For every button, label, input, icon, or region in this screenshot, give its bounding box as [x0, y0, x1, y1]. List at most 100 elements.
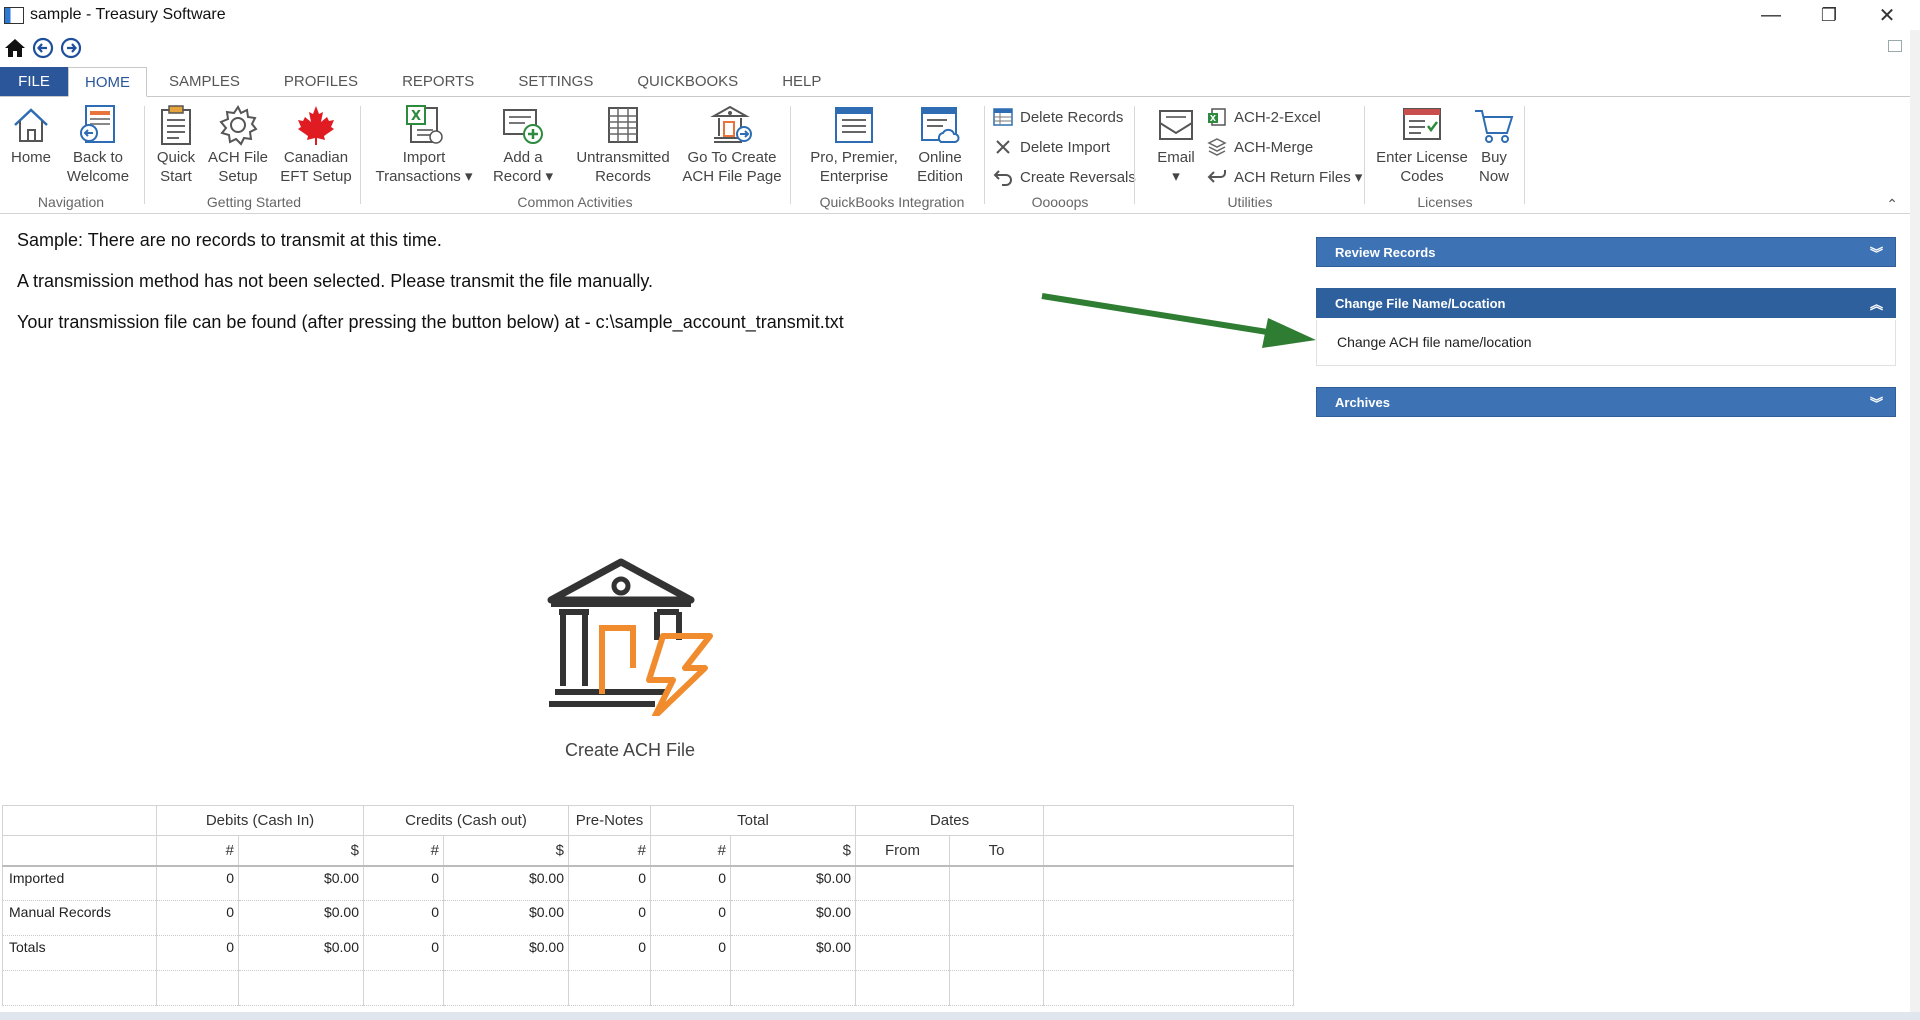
column-header[interactable]: #: [650, 835, 731, 867]
row-label: Totals: [2, 935, 157, 971]
canadian-eft-setup-button[interactable]: Canadian EFT Setup: [276, 102, 356, 186]
email-button[interactable]: Email ▾: [1150, 102, 1202, 186]
bank-arrow-icon: [710, 102, 754, 148]
email-label: Email ▾: [1157, 149, 1195, 185]
change-file-panel-header[interactable]: Change File Name/Location ︽: [1316, 288, 1896, 318]
go-to-create-ach-button[interactable]: Go To Create ACH File Page: [680, 102, 784, 186]
table-cell: $0.00: [443, 935, 569, 971]
column-header[interactable]: $: [443, 835, 569, 867]
group-common-activities: X Import Transactions ▾ Add a Record ▾ U…: [364, 102, 786, 212]
layers-icon: [1206, 136, 1228, 158]
quick-access-toolbar: [0, 34, 83, 62]
close-button[interactable]: ✕: [1858, 0, 1916, 30]
group-label-getting-started: Getting Started: [206, 194, 302, 210]
change-ach-file-link[interactable]: Change ACH file name/location: [1337, 334, 1532, 350]
group-label-common-activities: Common Activities: [517, 194, 633, 210]
import-transactions-button[interactable]: X Import Transactions ▾: [372, 102, 476, 186]
ach-2-excel-button[interactable]: X ACH-2-Excel: [1206, 106, 1321, 128]
back-arrow-icon[interactable]: [31, 36, 55, 60]
online-edition-label: Online Edition: [917, 149, 963, 185]
title-bar: sample - Treasury Software — ❐ ✕: [0, 0, 1920, 30]
quick-start-button[interactable]: Quick Start: [152, 102, 200, 186]
table-corner-cell: [2, 805, 157, 836]
table-cell: [363, 970, 444, 1006]
table-filler-cell: [1043, 900, 1294, 936]
table-cell: $0.00: [443, 900, 569, 936]
enter-license-codes-button[interactable]: Enter License Codes: [1376, 102, 1468, 186]
delete-import-button[interactable]: Delete Import: [992, 136, 1110, 158]
column-header[interactable]: $: [730, 835, 856, 867]
chevron-double-down-icon[interactable]: ︾: [1870, 243, 1883, 262]
ach-file-setup-button[interactable]: ACH File Setup: [206, 102, 270, 186]
green-pointer-arrow: [1041, 293, 1316, 348]
review-records-panel-header[interactable]: Review Records ︾: [1316, 237, 1896, 267]
ach-return-files-button[interactable]: ACH Return Files ▾: [1206, 166, 1362, 188]
ach-merge-button[interactable]: ACH-Merge: [1206, 136, 1313, 158]
tab-home[interactable]: HOME: [68, 67, 147, 97]
group-divider: [1134, 106, 1135, 204]
archives-panel-header[interactable]: Archives ︾: [1316, 387, 1896, 417]
restore-button[interactable]: ❐: [1800, 0, 1858, 30]
home-button[interactable]: Home: [6, 102, 56, 167]
ribbon-restore-icon[interactable]: [1888, 40, 1902, 52]
tab-samples[interactable]: SAMPLES: [147, 67, 262, 96]
column-header[interactable]: #: [568, 835, 651, 867]
buy-now-button[interactable]: Buy Now: [1472, 102, 1516, 186]
minimize-button[interactable]: —: [1742, 0, 1800, 30]
group-label-quickbooks-integration: QuickBooks Integration: [819, 194, 965, 210]
tab-quickbooks[interactable]: QUICKBOOKS: [615, 67, 760, 96]
tab-reports[interactable]: REPORTS: [380, 67, 496, 96]
chevron-double-down-icon[interactable]: ︾: [1870, 393, 1883, 412]
table-cell: [156, 970, 239, 1006]
group-utilities: Email ▾ X ACH-2-Excel ACH-Merge ACH Retu…: [1140, 102, 1362, 212]
ach-file-setup-label: ACH File Setup: [207, 149, 268, 185]
tab-profiles[interactable]: PROFILES: [262, 67, 380, 96]
table-cell: [949, 865, 1044, 901]
group-getting-started: Quick Start ACH File Setup Canadian EFT …: [148, 102, 360, 212]
pro-premier-enterprise-label: Pro, Premier, Enterprise: [810, 149, 898, 185]
home-icon[interactable]: [3, 36, 27, 60]
table-cell: 0: [568, 935, 651, 971]
buy-now-label: Buy Now: [1478, 149, 1509, 185]
tab-settings[interactable]: SETTINGS: [496, 67, 615, 96]
online-edition-button[interactable]: Online Edition: [910, 102, 970, 186]
table-cell: 0: [363, 865, 444, 901]
pro-premier-enterprise-button[interactable]: Pro, Premier, Enterprise: [804, 102, 904, 186]
add-a-record-button[interactable]: Add a Record ▾: [486, 102, 560, 186]
table-row[interactable]: Totals 0 $0.00 0 $0.00 0 0 $0.00: [2, 935, 1294, 971]
table-filler-cell: [1043, 835, 1294, 867]
column-header[interactable]: #: [156, 835, 239, 867]
create-ach-file-button[interactable]: Create ACH File: [545, 556, 715, 761]
untransmitted-records-button[interactable]: Untransmitted Records: [568, 102, 678, 186]
column-header[interactable]: #: [363, 835, 444, 867]
table-row-empty[interactable]: [2, 970, 1294, 1006]
table-cell: [855, 900, 950, 936]
delete-records-button[interactable]: Delete Records: [992, 106, 1123, 128]
back-to-welcome-button[interactable]: Back to Welcome: [62, 102, 134, 186]
forward-arrow-icon[interactable]: [59, 36, 83, 60]
tab-file[interactable]: FILE: [0, 67, 68, 96]
table-filler-cell: [1043, 865, 1294, 901]
table-cell: [650, 970, 731, 1006]
create-reversals-button[interactable]: Create Reversals: [992, 166, 1136, 188]
table-row[interactable]: Manual Records 0 $0.00 0 $0.00 0 0 $0.00: [2, 900, 1294, 936]
column-header[interactable]: $: [238, 835, 364, 867]
ribbon-tabs: FILE HOME SAMPLES PROFILES REPORTS SETTI…: [0, 67, 1920, 97]
column-header[interactable]: To: [949, 835, 1044, 867]
tab-help[interactable]: HELP: [760, 67, 843, 96]
svg-text:X: X: [1210, 114, 1217, 123]
column-group-debits: Debits (Cash In): [156, 805, 364, 836]
vertical-scrollbar[interactable]: [1910, 30, 1920, 1020]
cloud-app-icon: [918, 102, 962, 148]
undo-arrow-icon: [992, 166, 1014, 188]
chevron-double-up-icon[interactable]: ︽: [1870, 294, 1883, 313]
group-ooooops: Delete Records Delete Import Create Reve…: [990, 102, 1136, 212]
table-row[interactable]: Imported 0 $0.00 0 $0.00 0 0 $0.00: [2, 865, 1294, 901]
app-window: sample - Treasury Software — ❐ ✕ FILE HO…: [0, 0, 1920, 1020]
table-cell: 0: [650, 935, 731, 971]
table-cell: $0.00: [730, 935, 856, 971]
status-message-3: Your transmission file can be found (aft…: [17, 312, 844, 332]
collapse-ribbon-icon[interactable]: ⌃: [1886, 196, 1898, 213]
table-cell: [855, 970, 950, 1006]
column-header[interactable]: From: [855, 835, 950, 867]
